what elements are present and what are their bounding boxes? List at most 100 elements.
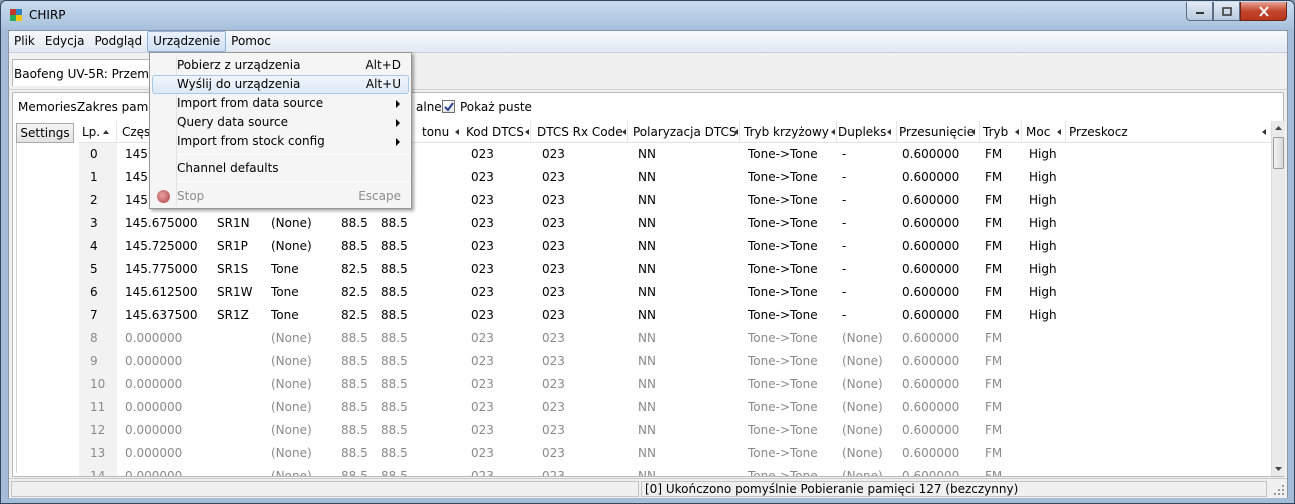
- cell-dtcs[interactable]: 023: [471, 442, 494, 465]
- cell-ctone[interactable]: 88.5: [381, 373, 408, 396]
- scroll-down-icon[interactable]: [1272, 462, 1285, 476]
- cell-pol[interactable]: NN: [638, 396, 656, 419]
- cell-duplex[interactable]: (None): [842, 465, 883, 476]
- cell-rxdtcs[interactable]: 023: [542, 212, 565, 235]
- cell-cross[interactable]: Tone->Tone: [748, 258, 818, 281]
- cell-tone[interactable]: (None): [271, 235, 312, 258]
- cell-duplex[interactable]: -: [842, 212, 846, 235]
- cell-pol[interactable]: NN: [638, 442, 656, 465]
- cell-power[interactable]: High: [1029, 235, 1057, 258]
- cell-dtcs[interactable]: 023: [471, 258, 494, 281]
- menu-item-channel-defaults[interactable]: Channel defaults: [152, 159, 409, 178]
- cell-rxdtcs[interactable]: 023: [542, 166, 565, 189]
- cell-rtone[interactable]: 88.5: [341, 350, 368, 373]
- cell-offset[interactable]: 0.600000: [902, 258, 959, 281]
- cell-freq[interactable]: 145.637500: [125, 304, 198, 327]
- cell-pol[interactable]: NN: [638, 419, 656, 442]
- cell-cross[interactable]: Tone->Tone: [748, 350, 818, 373]
- cell-rtone[interactable]: 88.5: [341, 396, 368, 419]
- cell-power[interactable]: High: [1029, 281, 1057, 304]
- cell-offset[interactable]: 0.600000: [902, 281, 959, 304]
- cell-ctone[interactable]: 88.5: [381, 212, 408, 235]
- cell-dtcs[interactable]: 023: [471, 304, 494, 327]
- cell-freq[interactable]: 145.775000: [125, 258, 198, 281]
- show-empty-checkbox[interactable]: [442, 100, 455, 113]
- cell-mode[interactable]: FM: [985, 304, 1002, 327]
- cell-cross[interactable]: Tone->Tone: [748, 235, 818, 258]
- cell-freq[interactable]: 0.000000: [125, 327, 182, 350]
- cell-rxdtcs[interactable]: 023: [542, 419, 565, 442]
- cell-rtone[interactable]: 82.5: [341, 281, 368, 304]
- cell-lp[interactable]: 13: [90, 442, 105, 465]
- cell-pol[interactable]: NN: [638, 258, 656, 281]
- cell-mode[interactable]: FM: [985, 373, 1002, 396]
- cell-cross[interactable]: Tone->Tone: [748, 281, 818, 304]
- cell-offset[interactable]: 0.600000: [902, 350, 959, 373]
- cell-lp[interactable]: 10: [90, 373, 105, 396]
- cell-tone[interactable]: (None): [271, 442, 312, 465]
- cell-rxdtcs[interactable]: 023: [542, 373, 565, 396]
- cell-dtcs[interactable]: 023: [471, 373, 494, 396]
- cell-rtone[interactable]: 88.5: [341, 373, 368, 396]
- cell-ctone[interactable]: 88.5: [381, 396, 408, 419]
- menu-plik[interactable]: Plik: [9, 31, 40, 52]
- cell-mode[interactable]: FM: [985, 350, 1002, 373]
- cell-rtone[interactable]: 82.5: [341, 258, 368, 281]
- title-bar[interactable]: CHIRP: [1, 1, 1294, 29]
- cell-rxdtcs[interactable]: 023: [542, 189, 565, 212]
- cell-cross[interactable]: Tone->Tone: [748, 212, 818, 235]
- cell-freq[interactable]: 0.000000: [125, 396, 182, 419]
- cell-mode[interactable]: FM: [985, 235, 1002, 258]
- cell-lp[interactable]: 6: [90, 281, 98, 304]
- cell-lp[interactable]: 2: [90, 189, 98, 212]
- cell-power[interactable]: High: [1029, 258, 1057, 281]
- cell-ctone[interactable]: 88.5: [381, 235, 408, 258]
- cell-cross[interactable]: Tone->Tone: [748, 189, 818, 212]
- cell-freq[interactable]: 0.000000: [125, 465, 182, 476]
- cell-tone[interactable]: Tone: [271, 258, 299, 281]
- cell-freq[interactable]: 0.000000: [125, 350, 182, 373]
- cell-lp[interactable]: 1: [90, 166, 98, 189]
- cell-tone[interactable]: (None): [271, 373, 312, 396]
- table-row[interactable]: 5 145.775000 SR1S Tone 82.5 88.5 023 023 NN Tone-…: [79, 258, 1271, 281]
- cell-cross[interactable]: Tone->Tone: [748, 143, 818, 166]
- cell-cross[interactable]: Tone->Tone: [748, 396, 818, 419]
- cell-duplex[interactable]: (None): [842, 373, 883, 396]
- cell-pol[interactable]: NN: [638, 143, 656, 166]
- scrollbar-thumb[interactable]: [1273, 137, 1284, 169]
- column-header-tone-partial[interactable]: tonu: [419, 121, 459, 143]
- cell-tone[interactable]: Tone: [271, 281, 299, 304]
- menu-item-import-from-stock-config[interactable]: Import from stock config: [152, 132, 409, 151]
- cell-rtone[interactable]: 88.5: [341, 235, 368, 258]
- cell-mode[interactable]: FM: [985, 396, 1002, 419]
- cell-rxdtcs[interactable]: 023: [542, 143, 565, 166]
- cell-freq[interactable]: 0.000000: [125, 442, 182, 465]
- cell-lp[interactable]: 5: [90, 258, 98, 281]
- cell-offset[interactable]: 0.600000: [902, 212, 959, 235]
- cell-duplex[interactable]: -: [842, 235, 846, 258]
- menu-item-download-from-radio[interactable]: Pobierz z urządzenia Alt+D: [152, 56, 409, 75]
- cell-mode[interactable]: FM: [985, 442, 1002, 465]
- cell-dtcs[interactable]: 023: [471, 235, 494, 258]
- cell-duplex[interactable]: (None): [842, 419, 883, 442]
- cell-ctone[interactable]: 88.5: [381, 281, 408, 304]
- cell-dtcs[interactable]: 023: [471, 350, 494, 373]
- cell-lp[interactable]: 11: [90, 396, 105, 419]
- cell-offset[interactable]: 0.600000: [902, 304, 959, 327]
- cell-mode[interactable]: FM: [985, 327, 1002, 350]
- cell-rtone[interactable]: 88.5: [341, 465, 368, 476]
- cell-ctone[interactable]: 88.5: [381, 465, 408, 476]
- vertical-scrollbar[interactable]: [1271, 121, 1285, 476]
- cell-mode[interactable]: FM: [985, 465, 1002, 476]
- cell-duplex[interactable]: -: [842, 166, 846, 189]
- cell-cross[interactable]: Tone->Tone: [748, 327, 818, 350]
- cell-rxdtcs[interactable]: 023: [542, 281, 565, 304]
- table-row[interactable]: 10 0.000000 (None) 88.5 88.5 023 023 NN Tone->To…: [79, 373, 1271, 396]
- menu-item-query-data-source[interactable]: Query data source: [152, 113, 409, 132]
- cell-tone[interactable]: (None): [271, 419, 312, 442]
- cell-power[interactable]: High: [1029, 189, 1057, 212]
- cell-ctone[interactable]: 88.5: [381, 442, 408, 465]
- cell-cross[interactable]: Tone->Tone: [748, 304, 818, 327]
- cell-rtone[interactable]: 88.5: [341, 442, 368, 465]
- cell-tone[interactable]: (None): [271, 350, 312, 373]
